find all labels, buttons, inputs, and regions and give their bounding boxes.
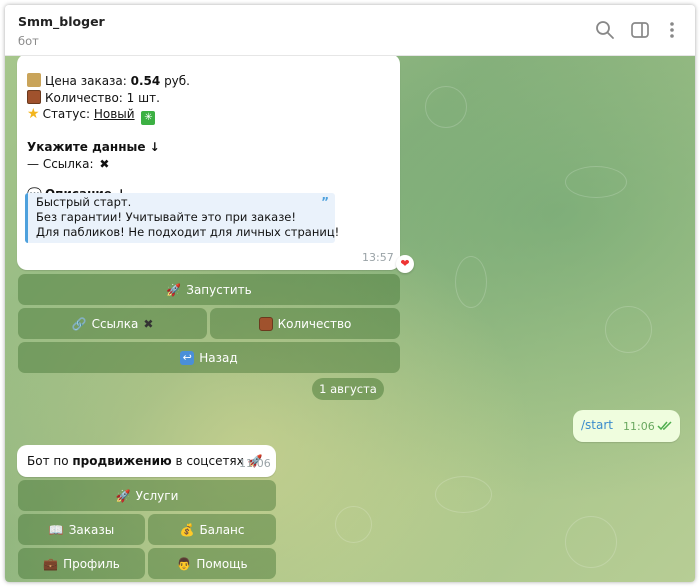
chat-title[interactable]: Smm_bloger	[18, 14, 105, 29]
back-arrow-icon: ↩	[180, 350, 195, 365]
sparkle-emoji-icon: ✳	[141, 111, 156, 125]
link-button[interactable]: 🔗 Ссылка ✖	[18, 308, 207, 339]
orders-button[interactable]: 📖 Заказы	[18, 514, 145, 545]
start-button[interactable]: 🚀 Запустить	[18, 274, 400, 305]
link-button-label: Ссылка	[91, 316, 139, 331]
quantity-button-label: Количество	[277, 316, 352, 331]
date-separator: 1 августа	[312, 378, 384, 400]
quote-line: Для пабликов! Не подходит для личных стр…	[36, 225, 340, 239]
order-message: Цена заказа: 0.54 руб. Количество: 1 шт.…	[17, 56, 400, 270]
search-icon[interactable]	[595, 20, 615, 40]
price-unit: руб.	[160, 74, 190, 88]
heart-reaction-icon[interactable]: ❤	[396, 255, 414, 273]
person-icon: 👨	[176, 556, 192, 571]
background-doodle	[455, 256, 487, 308]
chat-area[interactable]: Цена заказа: 0.54 руб. Количество: 1 шт.…	[5, 56, 695, 582]
message-time: 13:57	[362, 251, 394, 264]
double-check-icon	[657, 421, 672, 431]
status-line: ★ Статус: Новый ✳	[27, 107, 159, 125]
welcome-text: Бот по продвижению в соцсетях 🚀	[27, 454, 263, 469]
background-doodle	[565, 516, 617, 568]
link-line: — Ссылка: ✖	[27, 157, 109, 172]
abacus-emoji-icon	[27, 90, 41, 104]
balance-label: Баланс	[199, 522, 245, 537]
message-time: 11:06	[239, 457, 271, 470]
background-doodle	[605, 306, 652, 353]
chat-header: Smm_bloger бот	[5, 5, 695, 56]
rocket-icon: 🚀	[115, 488, 131, 503]
chat-subtitle: бот	[18, 34, 39, 48]
outgoing-message: /start 11:06	[573, 410, 680, 442]
outgoing-command-link[interactable]: /start	[581, 418, 613, 432]
cross-mark-icon: ✖	[143, 316, 154, 331]
quote-line: Без гарантии! Учитывайте это при заказе!	[36, 210, 296, 224]
sidebar-toggle-icon[interactable]	[630, 20, 650, 40]
status-link[interactable]: Новый	[94, 107, 135, 121]
briefcase-icon: 💼	[43, 556, 59, 571]
data-heading: Укажите данные ↓	[27, 140, 160, 154]
rocket-icon: 🚀	[166, 282, 182, 297]
welcome-text-start: Бот по	[27, 454, 73, 468]
back-button-label: Назад	[199, 350, 238, 365]
outgoing-time: 11:06	[623, 420, 655, 433]
abacus-icon	[258, 316, 273, 331]
telegram-window: Smm_bloger бот Цена заказа: 0.54 руб. Ко…	[5, 5, 695, 582]
book-icon: 📖	[48, 522, 64, 537]
help-label: Помощь	[196, 556, 248, 571]
welcome-text-bold: продвижению	[72, 454, 172, 468]
quantity-line: Количество: 1 шт.	[27, 90, 160, 106]
balance-button[interactable]: 💰 Баланс	[148, 514, 276, 545]
background-doodle	[565, 166, 627, 198]
profile-label: Профиль	[63, 556, 120, 571]
back-button[interactable]: ↩ Назад	[18, 342, 400, 373]
profile-button[interactable]: 💼 Профиль	[18, 548, 145, 579]
services-label: Услуги	[135, 488, 179, 503]
services-button[interactable]: 🚀 Услуги	[18, 480, 276, 511]
price-value: 0.54	[130, 74, 161, 88]
cross-mark-icon: ✖	[99, 157, 110, 171]
background-doodle	[435, 476, 492, 513]
star-emoji-icon: ★	[27, 106, 40, 122]
quantity-text: Количество: 1 шт.	[45, 91, 160, 105]
link-label: — Ссылка:	[27, 157, 98, 171]
price-label: Цена заказа:	[45, 74, 131, 88]
orders-label: Заказы	[68, 522, 115, 537]
quantity-button[interactable]: Количество	[210, 308, 400, 339]
status-label: Статус:	[42, 107, 94, 121]
welcome-text-end: в соцсетях	[171, 454, 244, 468]
link-icon: 🔗	[71, 316, 87, 331]
start-label: Запустить	[186, 282, 252, 297]
quote-icon: ”	[321, 195, 329, 209]
quote-line: Быстрый старт.	[36, 195, 132, 209]
money-bag-icon: 💰	[179, 522, 195, 537]
money-emoji-icon	[27, 73, 41, 87]
price-line: Цена заказа: 0.54 руб.	[27, 73, 190, 89]
help-button[interactable]: 👨 Помощь	[148, 548, 276, 579]
description-quote: Быстрый старт. Без гарантии! Учитывайте …	[25, 193, 339, 243]
bot-welcome-message: Бот по продвижению в соцсетях 🚀 11:06	[17, 445, 276, 477]
background-doodle	[425, 86, 467, 128]
more-vertical-icon[interactable]	[662, 20, 682, 40]
background-doodle	[335, 506, 372, 543]
